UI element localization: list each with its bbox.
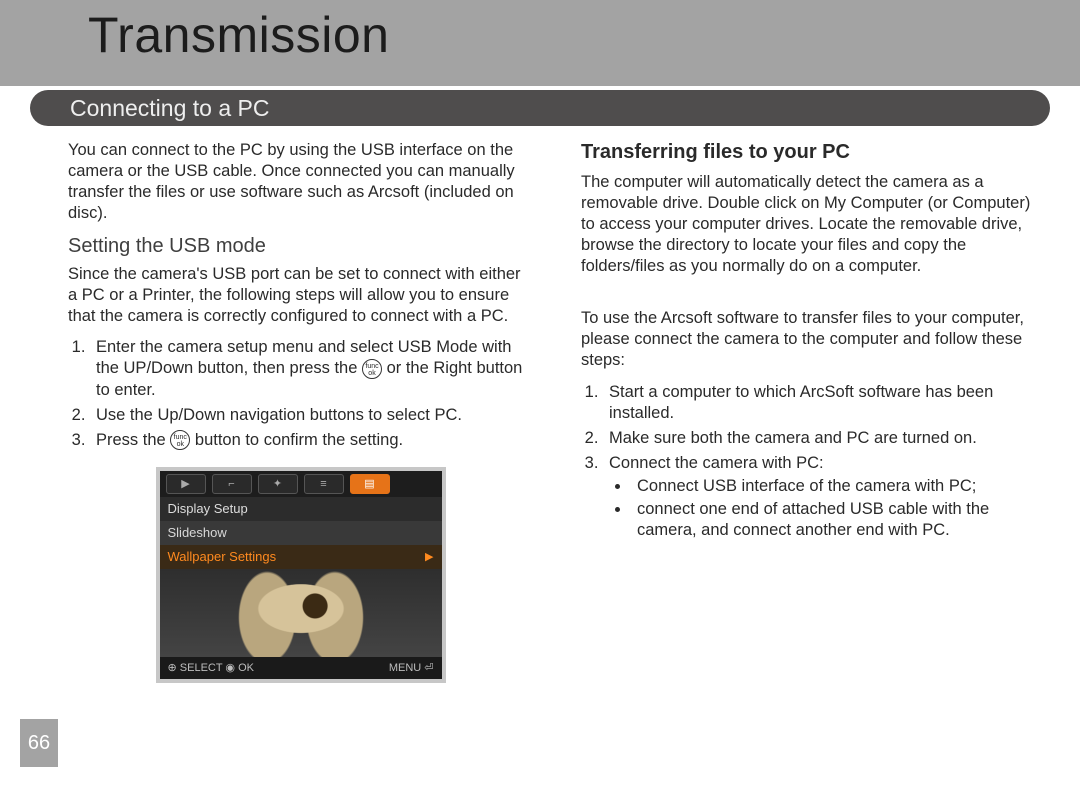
page-number: 66: [20, 719, 58, 767]
step3-text-b: button to confirm the setting.: [195, 431, 403, 449]
tab-settings-icon: ≡: [304, 474, 344, 494]
func-ok-icon: funcok: [170, 430, 190, 450]
list-item: connect one end of attached USB cable wi…: [631, 499, 1046, 541]
list-item: Connect the camera with PC: Connect USB …: [603, 453, 1046, 541]
step3-text-a: Press the: [96, 431, 170, 449]
chevron-right-icon: ▶: [425, 550, 433, 564]
lcd-wallpaper-preview: [160, 569, 442, 657]
step3-bullets: Connect USB interface of the camera with…: [609, 476, 1046, 541]
step3-label: Connect the camera with PC:: [609, 454, 824, 472]
transfer-steps-list: Start a computer to which ArcSoft softwa…: [581, 382, 1046, 542]
func-ok-icon: funcok: [362, 359, 382, 379]
lcd-row-display-setup: Display Setup: [160, 497, 442, 521]
right-column: Transferring files to your PC The comput…: [581, 140, 1046, 683]
tab-play-icon: ▶: [166, 474, 206, 494]
lcd-footer-left: ⊕ SELECT ◉ OK: [168, 661, 254, 675]
page-title: Transmission: [88, 6, 389, 64]
content-columns: You can connect to the PC by using the U…: [68, 140, 1046, 683]
lcd-row-slideshow: Slideshow: [160, 521, 442, 545]
list-item: Use the Up/Down navigation buttons to se…: [90, 405, 533, 426]
intro-text: You can connect to the PC by using the U…: [68, 140, 533, 224]
lcd-wallpaper-label: Wallpaper Settings: [168, 549, 277, 566]
tab-tool-icon: ✦: [258, 474, 298, 494]
list-item: Enter the camera setup menu and select U…: [90, 337, 533, 400]
tab-image-icon: ▤: [350, 474, 390, 494]
list-item: Connect USB interface of the camera with…: [631, 476, 1046, 497]
transfer-p1: The computer will automatically detect t…: [581, 172, 1046, 278]
tab-key-icon: ⌐: [212, 474, 252, 494]
lcd-footer: ⊕ SELECT ◉ OK MENU ⏎: [160, 657, 442, 679]
left-column: You can connect to the PC by using the U…: [68, 140, 533, 683]
lcd-footer-right: MENU ⏎: [389, 661, 434, 675]
list-item: Make sure both the camera and PC are tur…: [603, 428, 1046, 449]
usb-steps-list: Enter the camera setup menu and select U…: [68, 337, 533, 451]
transfer-p2: To use the Arcsoft software to transfer …: [581, 308, 1046, 371]
usb-mode-intro: Since the camera's USB port can be set t…: [68, 264, 533, 327]
usb-mode-heading: Setting the USB mode: [68, 234, 533, 260]
camera-lcd-screenshot: ▶ ⌐ ✦ ≡ ▤ Display Setup Slideshow Wallpa…: [156, 467, 446, 683]
list-item: Start a computer to which ArcSoft softwa…: [603, 382, 1046, 424]
list-item: Press the funcok button to confirm the s…: [90, 430, 533, 451]
section-heading: Connecting to a PC: [30, 90, 1050, 126]
transfer-heading: Transferring files to your PC: [581, 140, 1046, 166]
lcd-row-wallpaper: Wallpaper Settings ▶: [160, 545, 442, 569]
lcd-tab-bar: ▶ ⌐ ✦ ≡ ▤: [160, 471, 442, 497]
